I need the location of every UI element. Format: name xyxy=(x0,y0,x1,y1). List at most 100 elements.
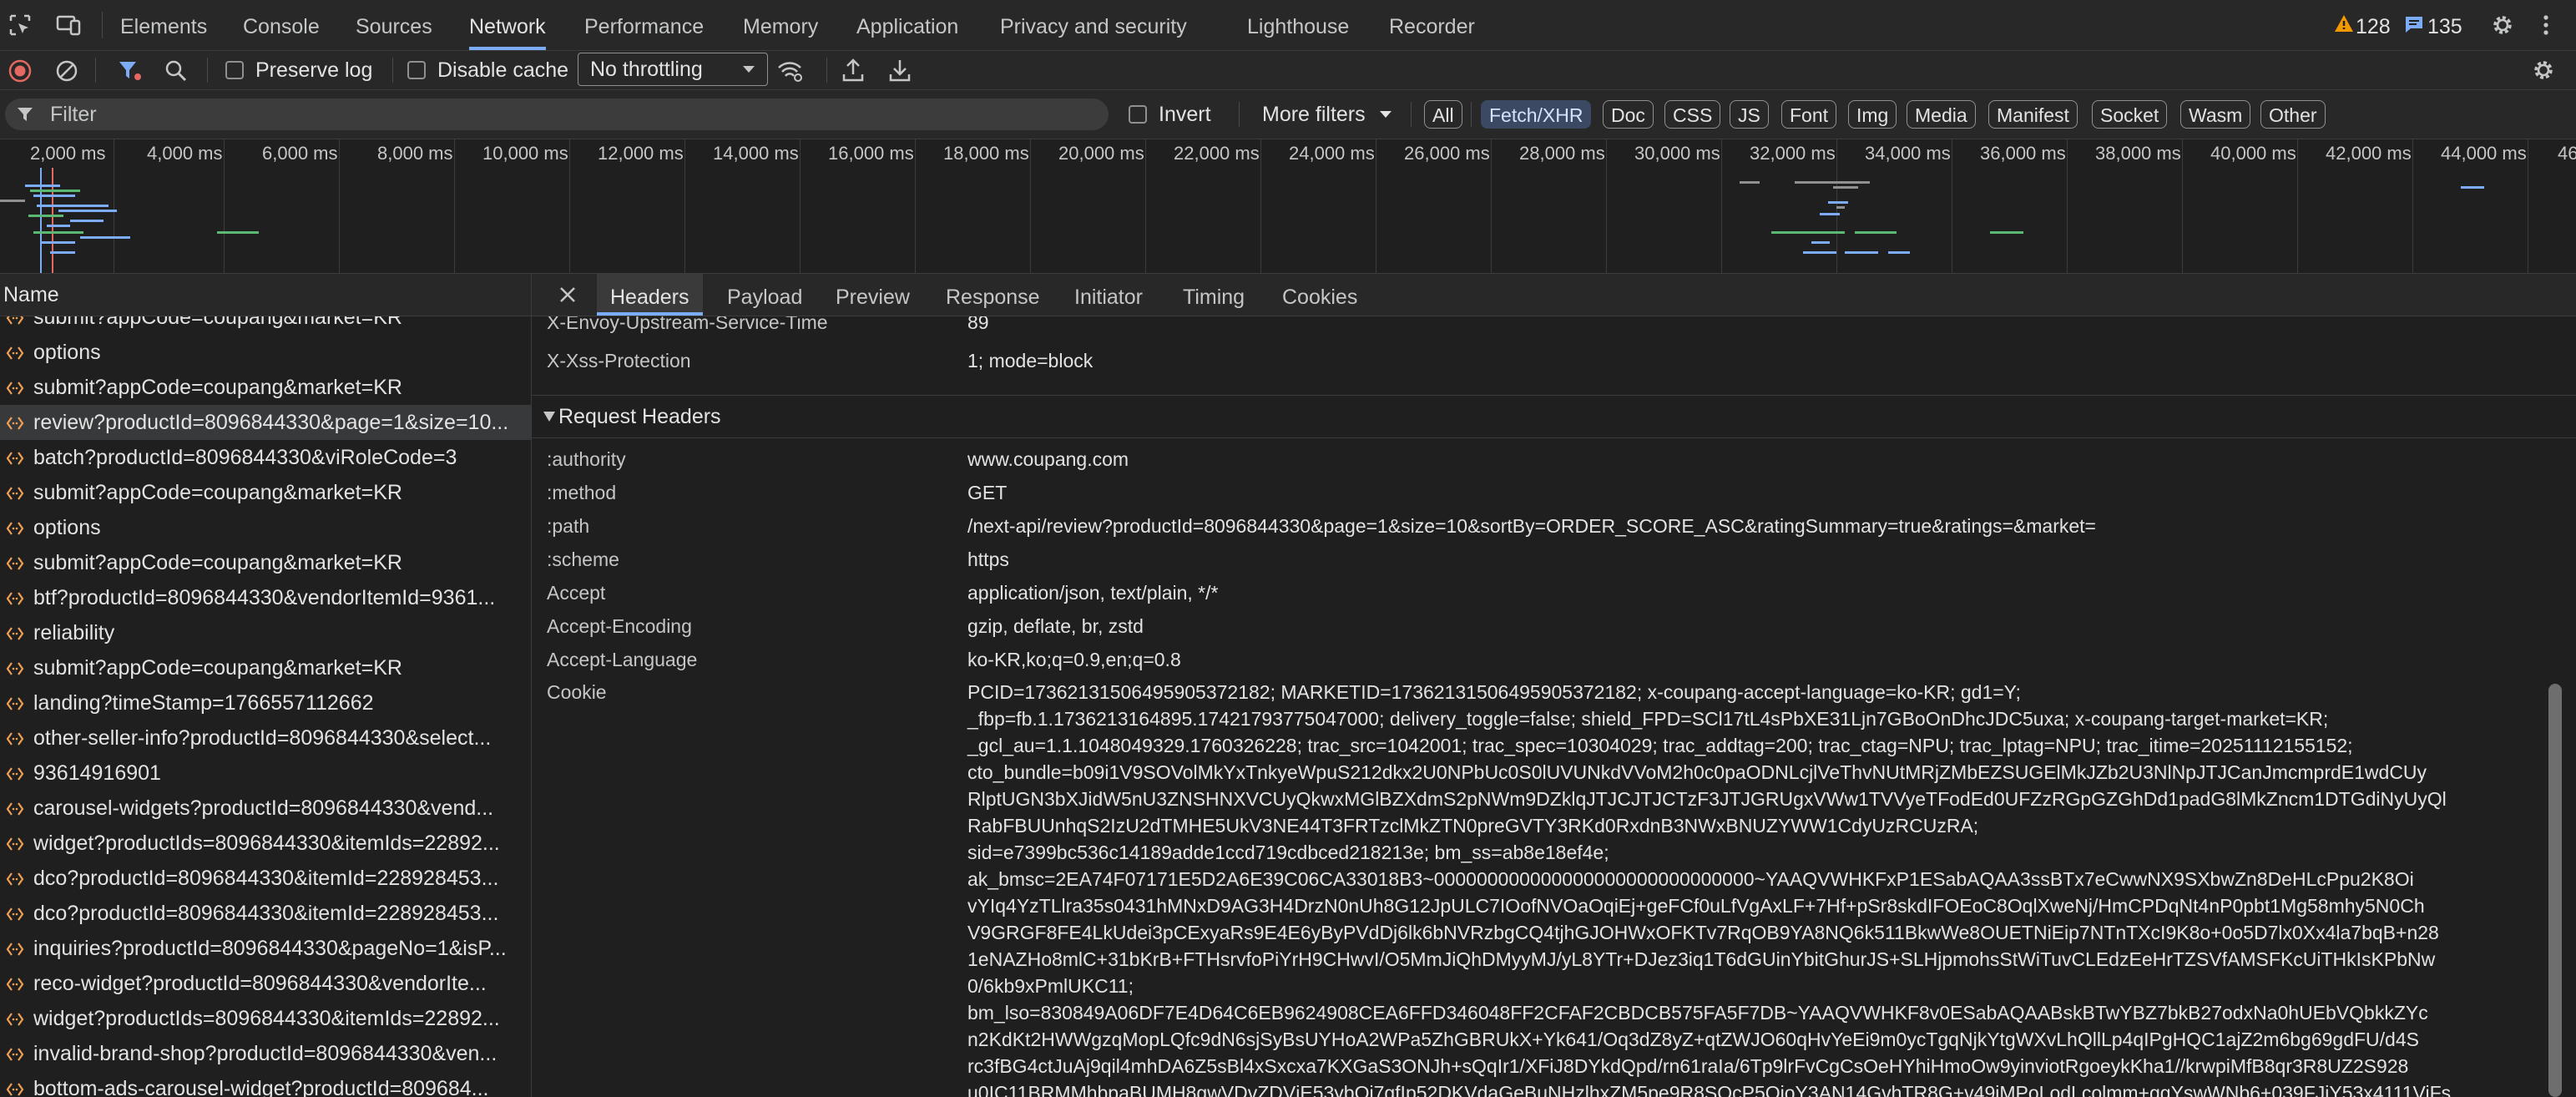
request-row[interactable]: reco-widget?productId=8096844330&vendorI… xyxy=(0,966,531,1001)
fetch-request-icon xyxy=(6,557,24,570)
request-row[interactable]: landing?timeStamp=1766557112662 xyxy=(0,685,531,720)
request-row[interactable]: other-seller-info?productId=8096844330&s… xyxy=(0,720,531,756)
request-row[interactable]: inquiries?productId=8096844330&pageNo=1&… xyxy=(0,931,531,966)
fetch-request-icon xyxy=(6,417,24,430)
request-list-header[interactable]: Name xyxy=(0,274,532,316)
request-row[interactable]: submit?appCode=coupang&market=KR xyxy=(0,316,531,335)
more-filters-button[interactable]: More filters xyxy=(1262,95,1366,134)
import-har-icon[interactable] xyxy=(841,58,865,83)
tab-sources[interactable]: Sources xyxy=(356,0,432,50)
filter-funnel-icon[interactable] xyxy=(117,58,142,83)
inspect-element-icon[interactable] xyxy=(7,12,33,38)
network-settings-gear-icon[interactable] xyxy=(2531,58,2556,83)
request-row[interactable]: submit?appCode=coupang&market=KR xyxy=(0,475,531,510)
request-row[interactable]: submit?appCode=coupang&market=KR xyxy=(0,370,531,405)
tab-initiator[interactable]: Initiator xyxy=(1074,274,1143,316)
type-filter-doc[interactable]: Doc xyxy=(1603,100,1654,129)
request-name: submit?appCode=coupang&market=KR xyxy=(33,376,402,399)
timeline-tick: 28,000 ms xyxy=(1519,143,1605,164)
request-name: dco?productId=8096844330&itemId=22892845… xyxy=(33,902,499,925)
request-row[interactable]: dco?productId=8096844330&itemId=22892845… xyxy=(0,896,531,931)
cookie-value-line: rc3fBG4ctJuAj9qil4mhDA6Z5sBl4xSxcxa7KXGa… xyxy=(967,1055,2409,1077)
request-row[interactable]: bottom-ads-carousel-widget?productId=809… xyxy=(0,1071,531,1097)
tab-timing[interactable]: Timing xyxy=(1183,274,1245,316)
request-headers-title: Request Headers xyxy=(558,405,721,428)
tab-recorder[interactable]: Recorder xyxy=(1389,0,1475,50)
warnings-count[interactable]: 128 xyxy=(2356,0,2391,50)
network-overview-timeline[interactable]: 2,000 ms 4,000 ms 6,000 ms 8,000 ms 10,0… xyxy=(0,139,2576,274)
type-filter-fetch-xhr[interactable]: Fetch/XHR xyxy=(1481,100,1592,129)
tab-response[interactable]: Response xyxy=(946,274,1040,316)
settings-gear-icon[interactable] xyxy=(2489,12,2516,38)
request-headers-section-toggle[interactable]: Request Headers xyxy=(532,396,2576,437)
header-name: Accept-Encoding xyxy=(547,615,692,637)
request-name: submit?appCode=coupang&market=KR xyxy=(33,316,402,329)
request-row[interactable]: 93614916901 xyxy=(0,756,531,791)
stop-recording-icon[interactable] xyxy=(8,59,32,83)
divider xyxy=(392,58,393,83)
request-row[interactable]: review?productId=8096844330&page=1&size=… xyxy=(0,405,531,440)
clear-icon[interactable] xyxy=(55,59,78,83)
request-row[interactable]: widget?productIds=8096844330&itemIds=228… xyxy=(0,1001,531,1036)
close-icon[interactable] xyxy=(558,286,577,304)
filter-input[interactable]: Filter xyxy=(5,99,1109,130)
type-filter-img[interactable]: Img xyxy=(1848,100,1897,129)
timeline-tick: 8,000 ms xyxy=(377,143,453,164)
tab-performance[interactable]: Performance xyxy=(584,0,704,50)
divider xyxy=(1471,102,1472,127)
type-filter-other[interactable]: Other xyxy=(2260,100,2326,129)
name-column-header[interactable]: Name xyxy=(3,274,59,316)
request-row[interactable]: batch?productId=8096844330&viRoleCode=3 xyxy=(0,440,531,475)
request-row[interactable]: options xyxy=(0,335,531,370)
tab-cookies[interactable]: Cookies xyxy=(1282,274,1357,316)
throttling-select[interactable]: No throttling xyxy=(578,53,768,86)
request-row[interactable]: options xyxy=(0,510,531,545)
tab-lighthouse[interactable]: Lighthouse xyxy=(1247,0,1349,50)
request-row[interactable]: widget?productIds=8096844330&itemIds=228… xyxy=(0,826,531,861)
type-filter-socket[interactable]: Socket xyxy=(2092,100,2168,129)
disable-cache-checkbox[interactable] xyxy=(407,61,426,79)
fetch-request-icon xyxy=(6,872,24,886)
export-har-icon[interactable] xyxy=(888,58,912,83)
type-filter-css[interactable]: CSS xyxy=(1664,100,1721,129)
type-filter-manifest[interactable]: Manifest xyxy=(1988,100,2078,129)
invert-checkbox[interactable] xyxy=(1129,105,1147,124)
type-filter-all[interactable]: All xyxy=(1424,100,1462,129)
tab-elements[interactable]: Elements xyxy=(120,0,207,50)
type-filter-font[interactable]: Font xyxy=(1781,100,1837,129)
tab-privacy-and-security[interactable]: Privacy and security xyxy=(1000,0,1187,50)
cookie-value-line: ak_bmsc=2EA74F07171E5D2A6E39C06CA33018B3… xyxy=(967,868,2414,890)
dom-content-loaded-marker xyxy=(40,168,42,273)
type-filter-js[interactable]: JS xyxy=(1730,100,1769,129)
preserve-log-checkbox[interactable] xyxy=(225,61,244,79)
type-filter-media[interactable]: Media xyxy=(1907,100,1976,129)
scrollbar-thumb[interactable] xyxy=(2548,684,2562,1097)
tab-preview[interactable]: Preview xyxy=(836,274,910,316)
header-value: /next-api/review?productId=8096844330&pa… xyxy=(967,515,2096,537)
fetch-request-icon xyxy=(6,837,24,851)
tab-payload[interactable]: Payload xyxy=(727,274,802,316)
search-icon[interactable] xyxy=(164,58,189,83)
messages-count[interactable]: 135 xyxy=(2427,0,2462,50)
divider xyxy=(102,12,103,38)
tab-memory[interactable]: Memory xyxy=(743,0,818,50)
tab-application[interactable]: Application xyxy=(856,0,958,50)
request-name: 93614916901 xyxy=(33,761,161,785)
network-conditions-icon[interactable] xyxy=(776,58,803,83)
request-row[interactable]: btf?productId=8096844330&vendorItemId=93… xyxy=(0,580,531,615)
more-options-icon[interactable] xyxy=(2533,12,2559,38)
request-row[interactable]: reliability xyxy=(0,615,531,650)
request-row[interactable]: dco?productId=8096844330&itemId=22892845… xyxy=(0,861,531,896)
divider xyxy=(1411,102,1412,127)
cookie-value-line: 1eNAZHo8mlC+31bKrB+FTHsrvfoPiYrH9CHwvI/O… xyxy=(967,948,2436,970)
type-filter-wasm[interactable]: Wasm xyxy=(2180,100,2251,129)
tab-network[interactable]: Network xyxy=(469,0,546,50)
tab-headers[interactable]: Headers xyxy=(597,274,703,316)
device-toolbar-icon[interactable] xyxy=(55,12,82,38)
request-row[interactable]: submit?appCode=coupang&market=KR xyxy=(0,650,531,685)
request-name: review?productId=8096844330&page=1&size=… xyxy=(33,411,509,434)
request-row[interactable]: carousel-widgets?productId=8096844330&ve… xyxy=(0,791,531,826)
request-row[interactable]: submit?appCode=coupang&market=KR xyxy=(0,545,531,580)
request-row[interactable]: invalid-brand-shop?productId=8096844330&… xyxy=(0,1036,531,1071)
tab-console[interactable]: Console xyxy=(243,0,320,50)
